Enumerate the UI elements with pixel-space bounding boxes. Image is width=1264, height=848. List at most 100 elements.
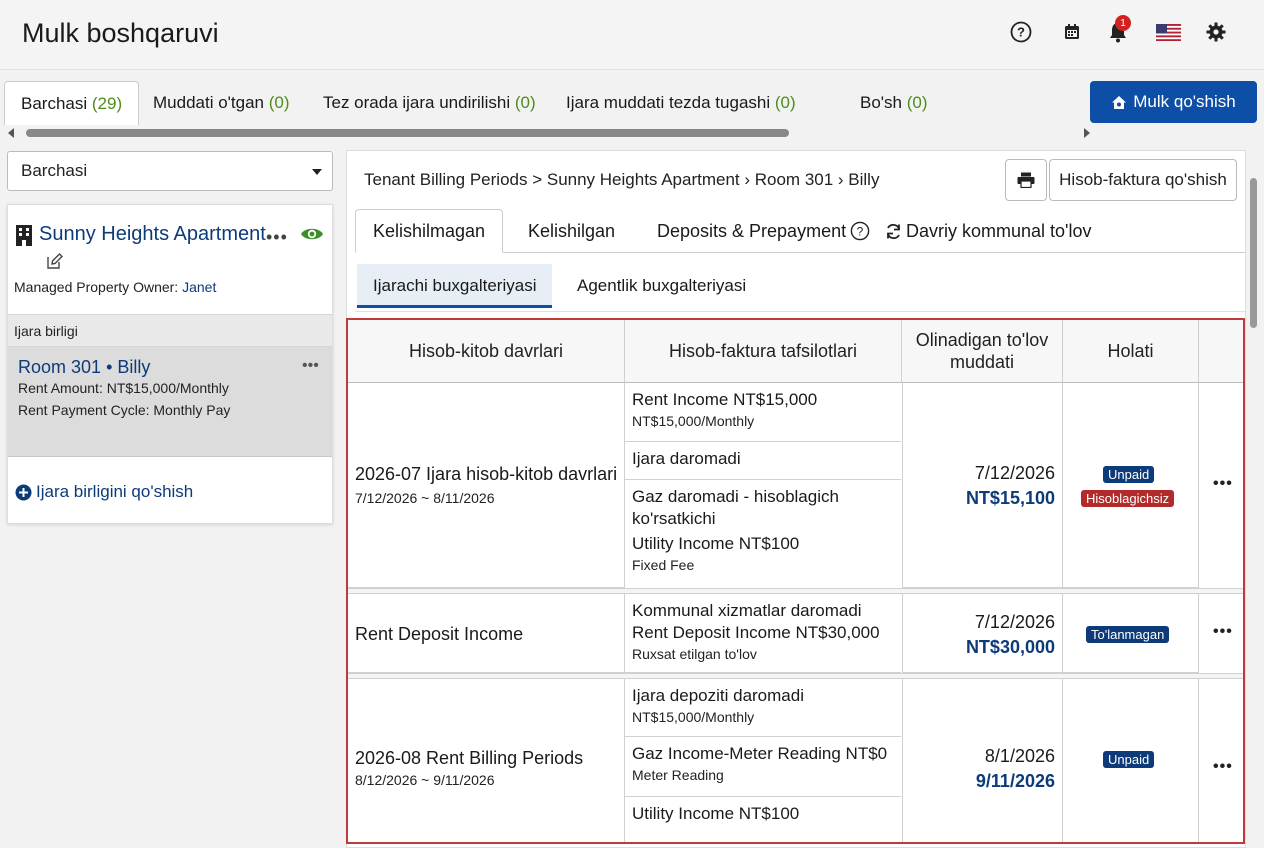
tab-label: Ijara muddati tezda tugashi [566,93,771,112]
building-icon [15,224,33,246]
info-icon[interactable]: ? [850,221,870,241]
gear-icon[interactable] [1204,20,1228,44]
detail-item: Ijara depoziti daromadi NT$15,000/Monthl… [625,679,901,737]
owner-label: Managed Property Owner: [14,279,183,295]
property-more-menu[interactable]: ••• [266,227,288,248]
owner-name[interactable]: Janet [182,279,216,295]
detail-item: Utility Income NT$100 [625,797,901,842]
unit-more-menu[interactable]: ••• [302,357,319,375]
row-more-menu[interactable]: ••• [1213,623,1233,641]
detail-main: Utility Income NT$100 [632,804,800,823]
tab-label: Muddati o'tgan [153,93,264,112]
due-cell [902,594,1063,673]
print-button[interactable] [1005,159,1047,201]
tab-deposits-prepayment[interactable]: Deposits & Prepayment ? [657,209,870,253]
add-property-button[interactable]: Mulk qo'shish [1090,81,1257,123]
tab-overdue[interactable]: Muddati o'tgan (0) [153,81,290,125]
due-amount: NT$30,000 [965,637,1055,657]
unit-payment-cycle: Rent Payment Cycle: Monthly Pay [18,402,231,418]
detail-main: Kommunal xizmatlar daromadi [632,601,862,620]
detail-sub: NT$15,000/Monthly [632,709,755,725]
period-title: Rent Deposit Income [355,624,524,644]
status-badge: Unpaid [1103,466,1155,483]
print-icon [1017,172,1035,188]
home-icon [1111,95,1127,110]
tab-label: Tez orada ijara undirilishi [323,93,511,112]
period-range: 7/12/2026 ~ 8/11/2026 [355,490,495,506]
vertical-scrollbar-thumb[interactable] [1250,178,1257,328]
tab-rent-due-soon[interactable]: Tez orada ijara undirilishi (0) [323,81,536,125]
tab-count: (29) [91,94,123,113]
eye-icon[interactable] [300,226,324,242]
tab-count: (0) [774,93,796,112]
status-badge: To'lanmagan [1086,626,1170,643]
scroll-right-arrow[interactable] [1084,128,1090,138]
detail-sub: Fixed Fee [632,557,695,573]
detail-main: Ijara daromadi [632,449,741,468]
subtab-label: Ijarachi buxgalteriyasi [373,276,537,295]
tab-label: Kelishilgan [528,221,616,241]
detail-sub: Ruxsat etilgan to'lov [632,646,757,662]
due-date: 8/1/2026 [984,746,1055,766]
svg-text:?: ? [857,224,864,238]
property-name[interactable]: Sunny Heights Apartment [39,223,266,246]
scrollbar-thumb[interactable] [26,129,789,137]
tab-periodic-utility[interactable]: Davriy kommunal to'lov [885,209,1092,253]
app-title: Mulk boshqaruvi [22,18,219,48]
flag-icon[interactable] [1155,20,1181,44]
tab-all[interactable]: Barchasi (29) [4,81,140,125]
rental-unit-item[interactable]: Room 301 • Billy ••• Rent Amount: NT$15,… [8,347,332,457]
detail-main: Ijara depoziti daromadi [632,686,804,705]
detail-main-secondary: Rent Deposit Income NT$30,000 [632,623,880,642]
tab-lease-ending-soon[interactable]: Ijara muddati tezda tugashi (0) [566,81,796,125]
refresh-icon [885,223,902,240]
unit-rent-amount: Rent Amount: NT$15,000/Monthly [18,380,229,396]
row-more-menu[interactable]: ••• [1213,475,1233,493]
horizontal-scrollbar[interactable] [6,126,1096,140]
subtab-tenant-accounting[interactable]: Ijarachi buxgalteriyasi [357,264,553,308]
tab-settled[interactable]: Kelishilgan [528,209,615,253]
tab-count: (0) [906,93,928,112]
subtab-agency-accounting[interactable]: Agentlik buxgalteriyasi [577,264,746,308]
billing-table: Hisob-kitob davrlari Hisob-faktura tafsi… [346,318,1245,844]
period-cell [348,383,625,588]
scroll-left-arrow[interactable] [8,128,14,138]
status-cell [1063,383,1199,588]
add-unit-label: Ijara birligini qo'shish [36,482,194,501]
tab-label: Kelishilmagan [373,221,486,241]
property-card: Sunny Heights Apartment ••• Managed Prop… [7,204,333,524]
add-rental-unit-link[interactable]: Ijara birligini qo'shish [15,482,193,502]
edit-icon[interactable] [46,253,63,270]
detail-item: Ijara daromadi [625,442,901,480]
unit-title[interactable]: Room 301 • Billy [18,357,150,378]
calendar-icon[interactable] [1060,20,1084,44]
notification-badge: 1 [1115,15,1131,31]
tab-vacant[interactable]: Bo'sh (0) [860,81,928,125]
due-amount: NT$15,100 [965,488,1055,508]
plus-circle-icon [15,484,32,501]
header-actions [1199,320,1243,383]
help-icon[interactable]: ? [1009,20,1033,44]
tab-count: (0) [514,93,536,112]
filter-select[interactable]: Barchasi [7,151,333,191]
due-date: 7/12/2026 [974,463,1055,483]
tab-unsettled[interactable]: Kelishilmagan [355,209,504,253]
detail-sub: NT$15,000/Monthly [632,413,755,429]
unit-room: Room 301 [18,357,102,377]
tab-label: Davriy kommunal to'lov [906,221,1092,241]
add-invoice-button[interactable]: Hisob-faktura qo'shish [1049,159,1237,201]
subtab-label: Agentlik buxgalteriyasi [577,276,747,295]
property-owner: Managed Property Owner: Janet [14,279,216,295]
vertical-scrollbar[interactable] [1246,150,1264,848]
header-status: Holati [1063,320,1199,383]
period-title: 2026-07 Ijara hisob-kitob davrlari [355,464,618,484]
rental-unit-header: Ijara birligi [8,314,332,347]
due-date: 7/12/2026 [974,612,1055,632]
detail-main-secondary: Utility Income NT$100 [632,534,800,553]
caret-down-icon [312,169,322,175]
tab-label: Bo'sh [860,93,902,112]
add-property-label: Mulk qo'shish [1133,92,1236,111]
row-more-menu[interactable]: ••• [1213,758,1233,776]
detail-main: Rent Income NT$15,000 [632,390,818,409]
detail-item: Rent Income NT$15,000 NT$15,000/Monthly [625,383,901,442]
